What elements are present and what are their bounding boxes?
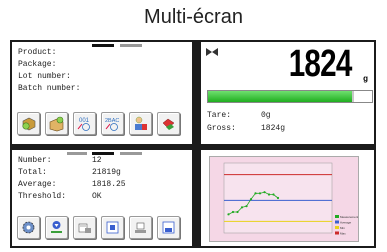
chart-panel: Measurement Average Min Max [201, 150, 374, 246]
legend-label-max: Max [340, 232, 346, 236]
settings-button[interactable] [17, 216, 40, 239]
legend-label-min: Min [340, 226, 345, 230]
tare-value: 0g [261, 111, 271, 120]
statistics-panel: Number: 12 Total: 21819g Average: 1818.2… [12, 150, 192, 246]
data-point [236, 210, 239, 214]
data-point [245, 205, 248, 208]
batch-number-label: Batch number: [18, 84, 81, 93]
load-bar [207, 90, 373, 103]
chart-svg: Measurement AverageMin Max [223, 162, 359, 236]
data-point [249, 198, 253, 201]
number-label: Number: [18, 156, 52, 165]
average-label: Average: [18, 180, 57, 189]
package-box-icon [49, 116, 64, 132]
package-label: Package: [18, 60, 57, 69]
product-button[interactable] [17, 112, 40, 135]
load-bar-end [354, 91, 372, 102]
data-point [227, 213, 230, 216]
separator-mark [92, 152, 114, 155]
batch-number-button[interactable]: 2BAC [101, 112, 124, 135]
data-point [258, 192, 262, 195]
operator-icon [135, 116, 147, 130]
legend-label-measurement: Measurement [340, 215, 358, 219]
scale-config-icon [135, 222, 146, 233]
separator-mark [120, 44, 142, 47]
page-title: Multi-écran [144, 6, 243, 28]
lot-number-label: Lot number: [18, 72, 71, 81]
checkweighing-icon [51, 221, 62, 233]
operator-button[interactable] [129, 112, 152, 135]
load-bar-fill [208, 91, 353, 102]
save-icon [162, 221, 175, 234]
legend-label-average: Average [340, 221, 351, 225]
batch-number-icon-text: 2BAC [105, 118, 119, 124]
legend-swatch-max [335, 231, 339, 235]
data-point [267, 193, 271, 196]
number-value: 12 [92, 156, 102, 165]
lot-number-icon-text: 001 [79, 118, 90, 124]
product-panel: Product: Package: Lot number: Batch numb… [12, 42, 192, 144]
threshold-label: Threshold: [18, 192, 67, 201]
batch-number-icon: 2BAC [105, 118, 119, 131]
data-point [231, 210, 235, 214]
data-point [263, 191, 266, 194]
legend-swatch-measurement [335, 215, 339, 218]
threshold-value: OK [92, 192, 102, 201]
lot-number-icon: 001 [77, 118, 90, 131]
total-label: Total: [18, 168, 47, 177]
measurement-chart: Measurement Average Min Max [209, 156, 359, 242]
scale-config-button[interactable] [129, 216, 152, 239]
legend-swatch-min [335, 226, 339, 229]
save-button[interactable] [157, 216, 180, 239]
tare-label: Tare: [207, 111, 232, 120]
total-value: 21819g [92, 168, 121, 177]
product-cube-icon [22, 117, 36, 131]
separator-mark [92, 44, 114, 47]
data-point [254, 192, 257, 195]
print-scale-icon [78, 223, 91, 233]
separator-mark [120, 152, 142, 155]
gross-label: Gross: [207, 124, 236, 133]
separator-mark [67, 152, 87, 155]
report-button[interactable] [101, 216, 124, 239]
data-point [276, 196, 280, 200]
data-point [272, 193, 275, 196]
legend-swatch-average [335, 220, 339, 224]
product-label: Product: [18, 48, 57, 57]
database-icon [162, 118, 175, 130]
stability-icon [206, 48, 218, 56]
gross-value: 1824g [261, 124, 286, 133]
report-icon [106, 221, 119, 234]
data-point [240, 206, 244, 209]
database-button[interactable] [157, 112, 180, 135]
package-button[interactable] [45, 112, 68, 135]
weighing-panel: 1824 g Tare: 0g Gross: 1824g [201, 42, 374, 144]
lot-number-button[interactable]: 001 [73, 112, 96, 135]
checkweighing-button[interactable] [45, 216, 68, 239]
print-button[interactable] [73, 216, 96, 239]
average-value: 1818.25 [92, 180, 126, 189]
weight-reading: 1824 [289, 43, 353, 85]
settings-gear-icon [22, 221, 35, 234]
weight-unit: g [363, 74, 368, 83]
